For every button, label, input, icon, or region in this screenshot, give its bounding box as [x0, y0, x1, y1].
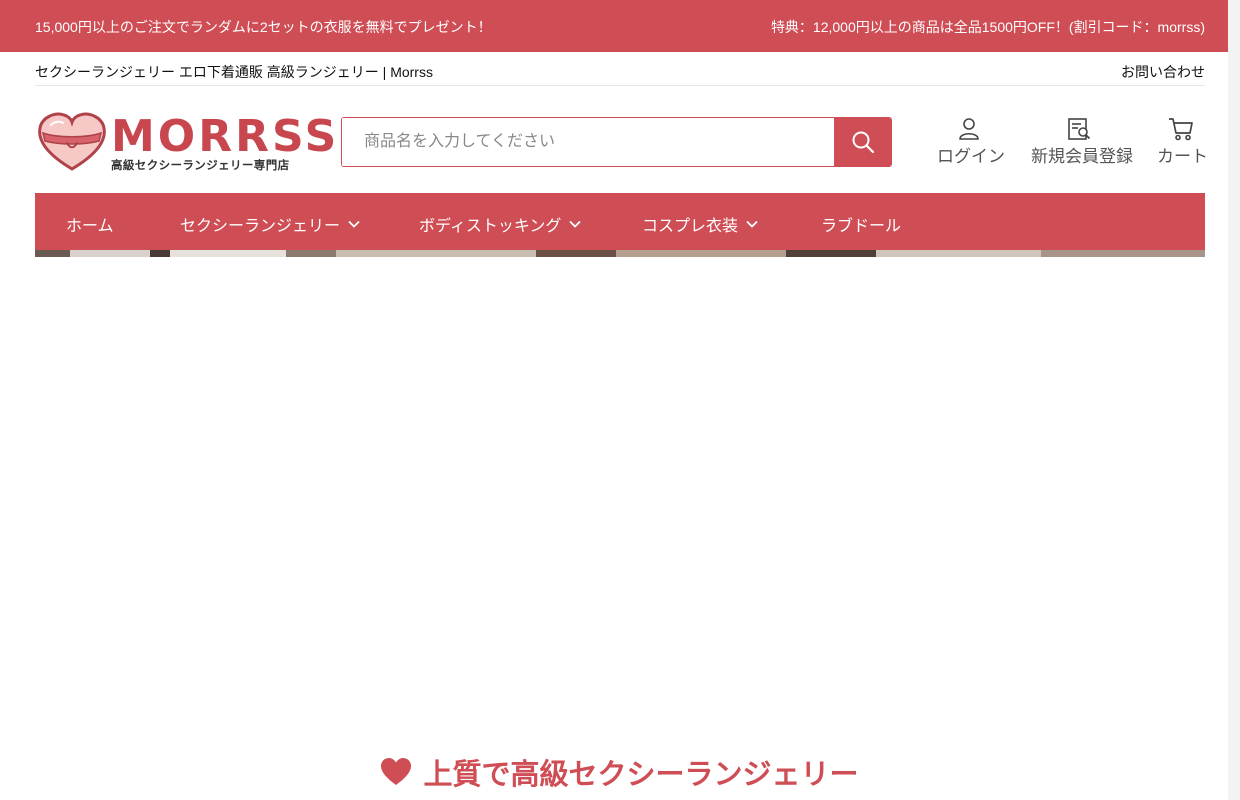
logo-wordmark: MORRSS — [111, 111, 340, 162]
hero-banner[interactable] — [35, 250, 1205, 257]
nav-item-label: セクシーランジェリー — [180, 218, 341, 235]
logo-tagline: 高級セクシーランジェリー専門店 — [111, 160, 290, 172]
announcement-right: 特典：12,000円以上の商品は全品1500円OFF！(割引コード：morrss… — [770, 19, 1205, 35]
nav-item-sexy-lingerie[interactable]: セクシーランジェリー — [180, 212, 360, 236]
search-input[interactable] — [342, 118, 835, 166]
nav-item-label: ホーム — [66, 218, 114, 235]
search-bar — [341, 117, 892, 167]
nav-item-label: ラブドール — [821, 218, 902, 235]
sub-header: セクシーランジェリー エロ下着通販 高級ランジェリー | Morrss お問い合… — [35, 52, 1205, 86]
chevron-down-icon — [569, 220, 582, 228]
search-icon — [852, 131, 874, 154]
nav-item-cosplay[interactable]: コスプレ衣装 — [642, 212, 758, 236]
main-nav: ホーム セクシーランジェリー ボディストッキング コスプレ衣装 ラブドール — [35, 193, 1205, 250]
search-button[interactable] — [834, 118, 891, 166]
heart-icon — [381, 758, 412, 785]
chevron-down-icon — [348, 220, 360, 228]
login-label: ログイン — [937, 147, 1005, 166]
register-label: 新規会員登録 — [1031, 147, 1133, 166]
announcement-bar: 15,000円以上のご注文でランダムに2セットの衣服を無料でプレゼント！ 特典：… — [0, 0, 1240, 52]
nav-item-body-stocking[interactable]: ボディストッキング — [419, 212, 582, 236]
nav-item-label: ボディストッキング — [419, 218, 562, 235]
chevron-down-icon — [746, 220, 758, 228]
cart-button[interactable]: カート — [1157, 117, 1208, 167]
nav-item-love-doll[interactable]: ラブドール — [821, 212, 901, 236]
announcement-left: 15,000円以上のご注文でランダムに2セットの衣服を無料でプレゼント！ — [35, 19, 492, 35]
cart-icon — [1169, 118, 1193, 141]
section-title-text: 上質で高級セクシーランジェリー — [423, 759, 859, 791]
register-button[interactable]: 新規会員登録 — [1031, 117, 1133, 167]
register-icon — [1068, 118, 1091, 140]
cart-label: カート — [1157, 147, 1208, 166]
login-button[interactable]: ログイン — [937, 117, 1005, 167]
page-scrollbar[interactable] — [1228, 0, 1240, 800]
contact-link[interactable]: お問い合わせ — [1121, 62, 1205, 82]
heart-lingerie-icon — [38, 112, 106, 171]
nav-item-label: コスプレ衣装 — [642, 218, 739, 235]
user-icon — [959, 118, 979, 140]
nav-item-home[interactable]: ホーム — [66, 212, 114, 236]
site-logo[interactable]: MORRSS 高級セクシーランジェリー専門店 — [37, 111, 336, 173]
section-heading: 上質で高級セクシーランジェリー — [0, 752, 1240, 792]
site-title: セクシーランジェリー エロ下着通販 高級ランジェリー | Morrss — [35, 64, 433, 80]
